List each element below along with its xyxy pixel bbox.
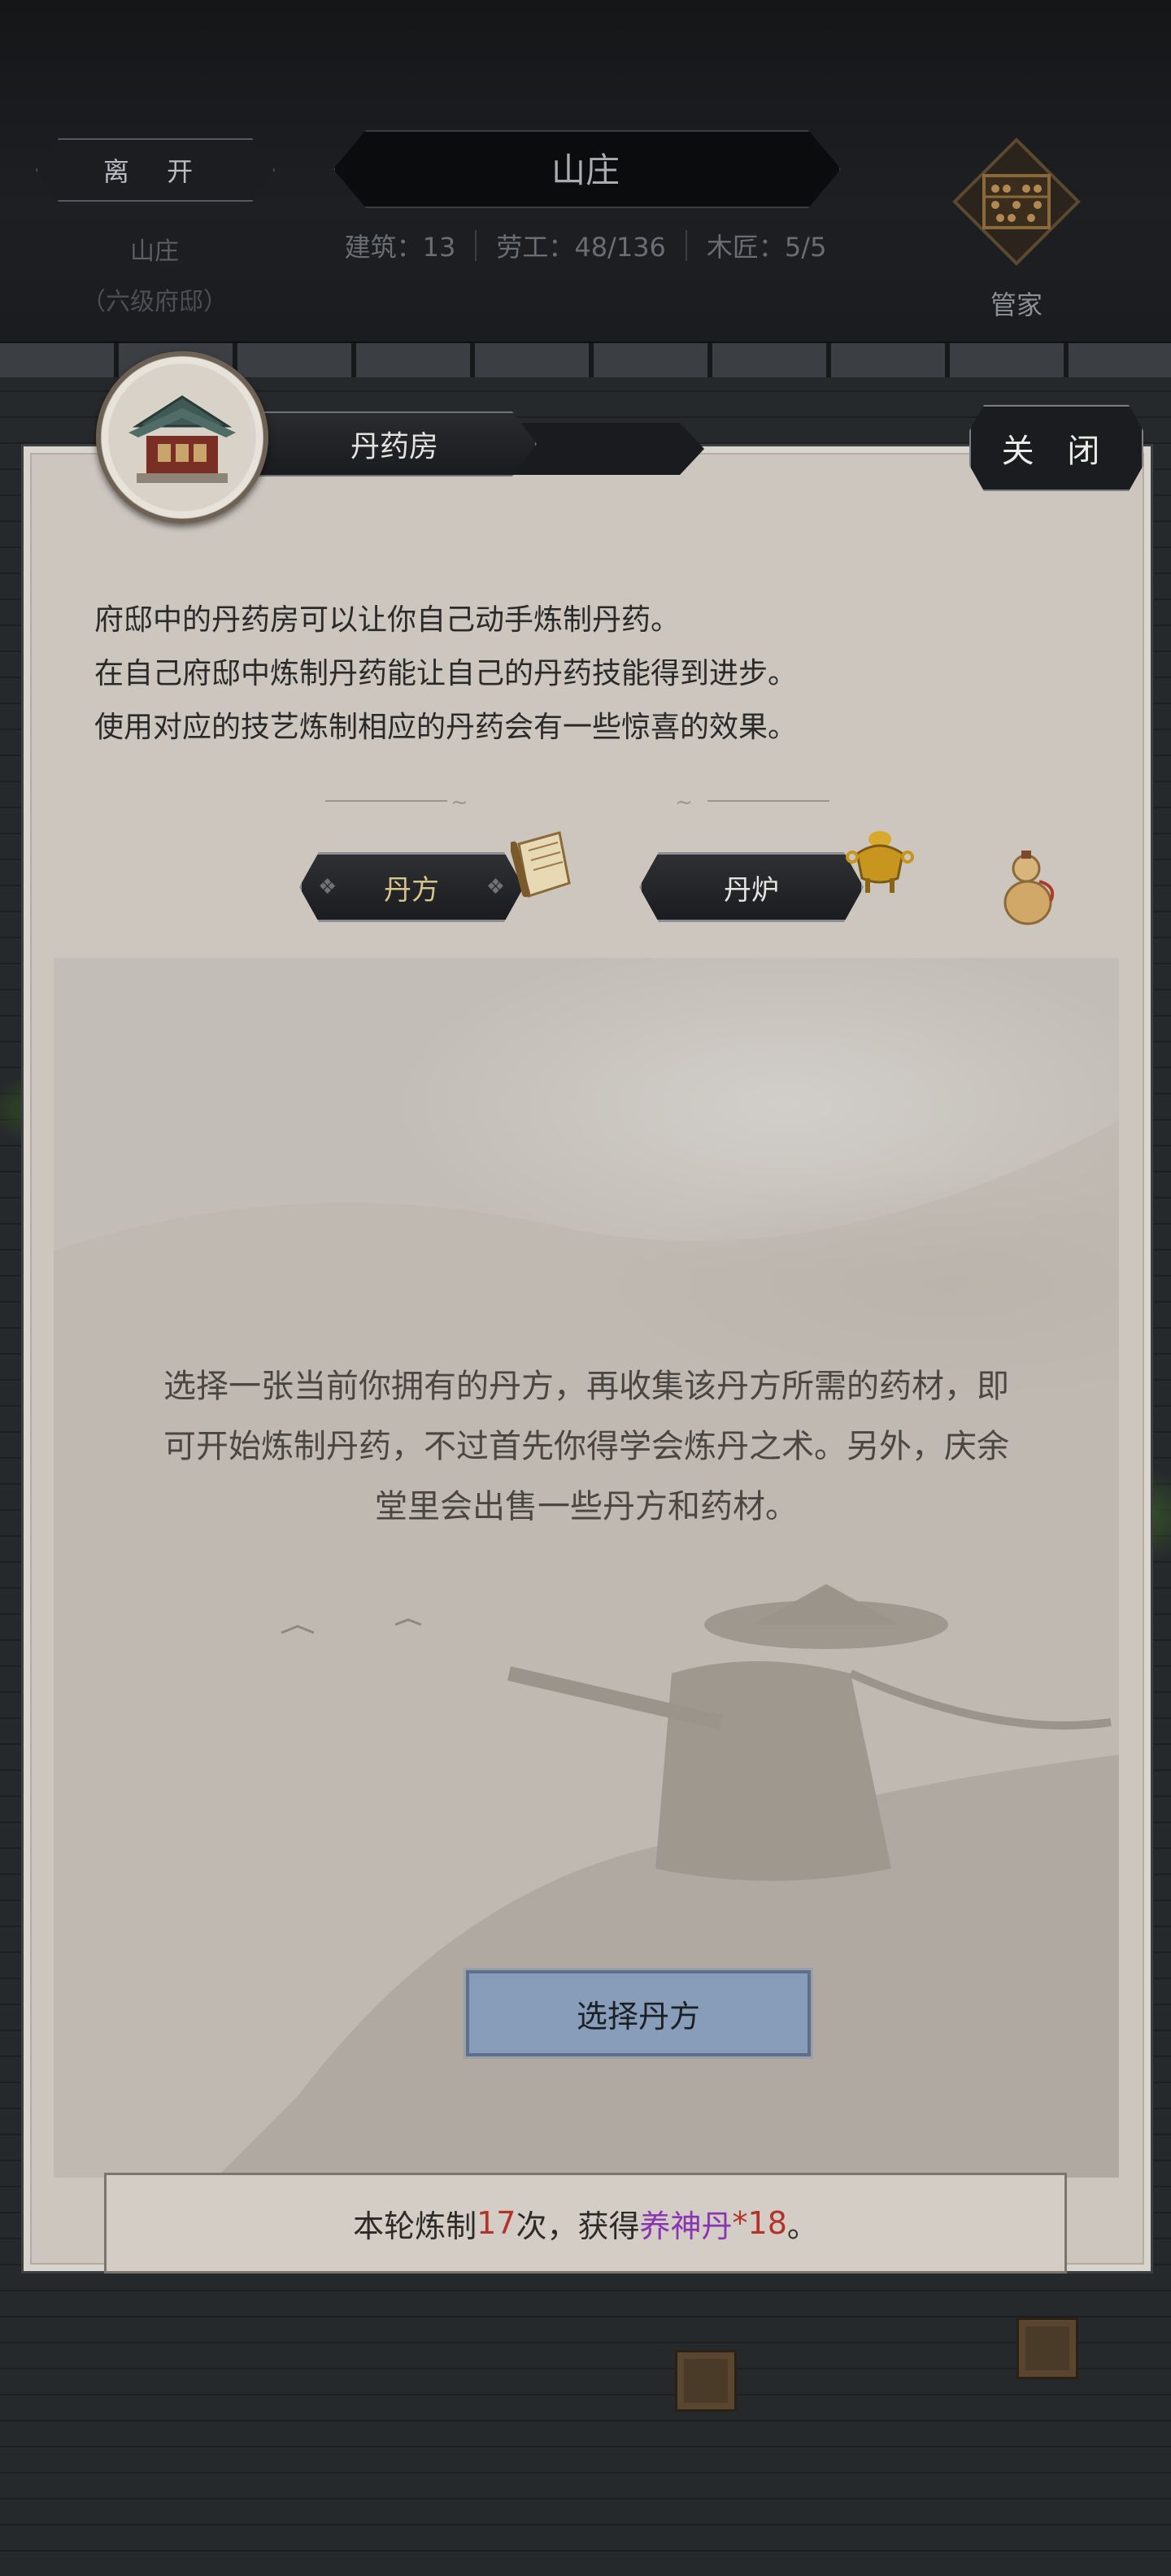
scroll-icon bbox=[511, 831, 571, 898]
building-description: 府邸中的丹药房可以让你自己动手炼制丹药。 在自己府邸中炼制丹药能让自己的丹药技能… bbox=[94, 594, 1070, 755]
leave-button-label: 离 开 bbox=[102, 156, 208, 187]
select-recipe-label: 选择丹方 bbox=[576, 1998, 700, 2034]
pavilion-icon bbox=[96, 351, 268, 524]
gourd-icon[interactable] bbox=[994, 844, 1064, 932]
close-button[interactable]: 关 闭 bbox=[969, 405, 1143, 491]
tab-ornament: ❖ bbox=[318, 875, 337, 899]
stat-buildings: 建筑：13 bbox=[344, 232, 456, 263]
swirl-ornament: ~ bbox=[675, 790, 693, 815]
page-title: 山庄 bbox=[551, 150, 620, 190]
description-line: 在自己府邸中炼制丹药能让自己的丹药技能得到进步。 bbox=[94, 657, 798, 690]
tab-furnace-label: 丹炉 bbox=[724, 873, 779, 907]
leave-button[interactable]: 离 开 bbox=[36, 138, 275, 202]
divider-line bbox=[707, 800, 829, 802]
result-item: 养神丹 bbox=[639, 2208, 733, 2244]
description-line: 府邸中的丹药房可以让你自己动手炼制丹药。 bbox=[94, 603, 681, 637]
incense-burner-icon bbox=[846, 831, 914, 893]
building-name-plate: 丹药房 bbox=[244, 411, 537, 476]
abacus-icon[interactable] bbox=[951, 137, 1082, 267]
tab-ornament: ❖ bbox=[485, 875, 505, 899]
result-prefix: 本轮炼制 bbox=[353, 2208, 477, 2244]
result-suffix: 。 bbox=[786, 2208, 818, 2244]
building-name: 丹药房 bbox=[350, 430, 438, 463]
crate-decoration bbox=[1016, 2317, 1078, 2379]
stat-carpenters: 木匠：5/5 bbox=[706, 232, 827, 263]
tab-recipe-label: 丹方 bbox=[384, 873, 439, 907]
result-middle: 次，获得 bbox=[516, 2208, 640, 2244]
select-recipe-button[interactable]: 选择丹方 bbox=[464, 1968, 813, 2059]
close-button-label: 关 闭 bbox=[1001, 433, 1112, 470]
crate-decoration bbox=[675, 2350, 737, 2412]
stat-laborers: 劳工：48/136 bbox=[496, 232, 666, 263]
estate-stats: 建筑：13 劳工：48/136 木匠：5/5 bbox=[325, 226, 846, 265]
result-quantity: *18 bbox=[732, 2205, 787, 2241]
stat-divider bbox=[475, 230, 477, 261]
location-rank: （六级府邸） bbox=[81, 288, 228, 316]
description-line: 使用对应的技艺炼制相应的丹药会有一些惊喜的效果。 bbox=[94, 711, 798, 744]
result-count: 17 bbox=[477, 2205, 516, 2241]
divider-line bbox=[325, 800, 447, 802]
intro-text: 选择一张当前你拥有的丹方，再收集该丹方所需的药材，即可开始炼制丹药，不过首先你得… bbox=[163, 1368, 1009, 1525]
steward-label: 管家 bbox=[990, 289, 1043, 320]
swirl-ornament: ~ bbox=[451, 790, 468, 815]
result-bar: 本轮炼制 17 次，获得 养神丹 *18。 bbox=[104, 2173, 1067, 2274]
location-name: 山庄 bbox=[130, 237, 179, 266]
tab-recipe[interactable]: ❖ 丹方 ❖ bbox=[299, 852, 524, 922]
tab-furnace[interactable]: 丹炉 bbox=[639, 852, 864, 922]
stat-divider bbox=[685, 230, 687, 261]
content-area: 选择一张当前你拥有的丹方，再收集该丹方所需的药材，即可开始炼制丹药，不过首先你得… bbox=[54, 958, 1119, 2178]
